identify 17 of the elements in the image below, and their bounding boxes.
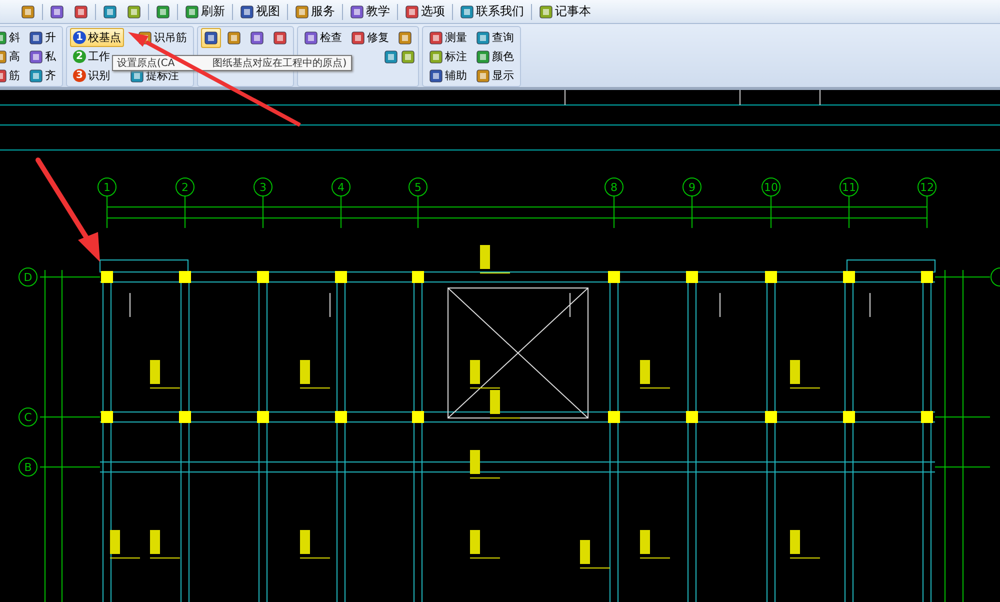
axis-bubble: 2	[176, 178, 194, 196]
axis-bubble: 12	[918, 178, 936, 196]
number-badge: 1	[73, 31, 86, 44]
axis-bubble: 4	[332, 178, 350, 196]
axis-bubble: 11	[840, 178, 858, 196]
axis-bubble: B	[18, 458, 38, 476]
tooltip: 设置原点(CA 图纸基点对应在工程中的原点)	[112, 55, 352, 71]
axis-bubble: 10	[762, 178, 780, 196]
axis-bubble: 8	[604, 178, 624, 196]
number-badge: 3	[73, 69, 86, 82]
axis-bubble: C	[18, 408, 38, 426]
axis-bubble: 9	[682, 178, 702, 196]
axis-bubble: 1	[98, 178, 116, 196]
axis-bubble: 3	[254, 178, 272, 196]
axis-bubble: D	[18, 268, 38, 286]
axis-bubble: 5	[408, 178, 428, 196]
number-badge: 2	[73, 50, 86, 63]
